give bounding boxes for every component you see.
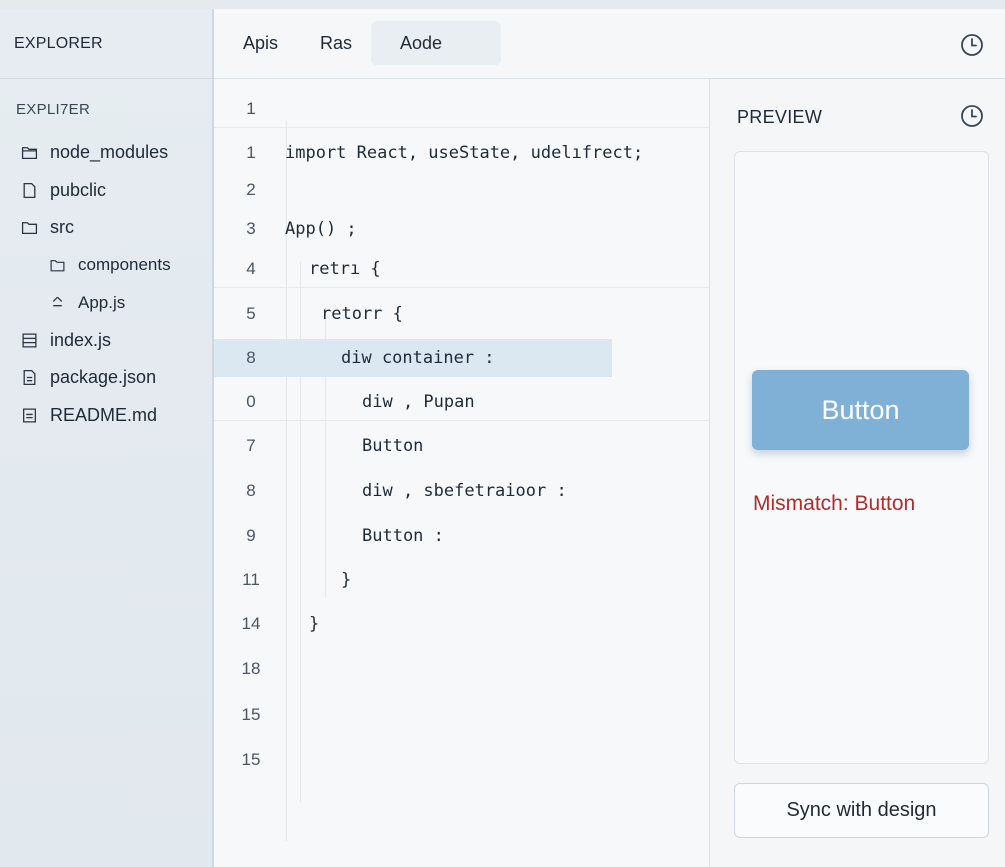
file-lines-icon: [18, 330, 40, 350]
line-number: 1: [246, 143, 256, 162]
code-line[interactable]: 15: [214, 741, 709, 779]
tree-item-public[interactable]: pubclic: [0, 172, 212, 210]
tree-item-label: App.js: [78, 292, 126, 312]
tree-item-components[interactable]: components: [0, 247, 212, 285]
tree-item-node-modules[interactable]: node_modules: [0, 134, 212, 172]
folder-icon: [18, 218, 40, 238]
file-tree: node_modules pubclic src components App.…: [0, 134, 212, 434]
code-line[interactable]: 14 }: [214, 605, 709, 643]
code-text: diw container :: [341, 348, 495, 368]
code-editor[interactable]: 1 1 import React, useState, udelıfrect; …: [214, 79, 709, 867]
code-text: retorr {: [321, 304, 403, 324]
line-number: 9: [246, 526, 256, 545]
tree-item-label: package.json: [50, 367, 157, 388]
explorer-sidebar: EXPLORER EXPLI7ER node_modules pubclic s…: [0, 9, 214, 867]
folder-outline-icon: [46, 255, 68, 275]
history-icon[interactable]: [959, 32, 985, 58]
preview-title: PREVIEW: [737, 107, 823, 127]
tree-item-package-json[interactable]: package.json: [0, 359, 212, 397]
line-number: 14: [241, 614, 261, 633]
tab-apis[interactable]: Apis: [229, 21, 292, 65]
code-text: retrı {: [309, 258, 381, 279]
file-lines-icon: [18, 368, 40, 388]
line-number: 5: [246, 304, 256, 323]
tree-item-src[interactable]: src: [0, 209, 212, 247]
editor-tab-bar: Apis Ras Aode: [214, 9, 1005, 79]
tree-item-label: node_modules: [50, 142, 169, 163]
sidebar-header: EXPLORER: [0, 9, 212, 79]
tab-aode[interactable]: Aode: [371, 21, 501, 65]
mismatch-warning: Mismatch: Button: [753, 492, 916, 515]
sync-with-design-button[interactable]: Sync with design: [734, 783, 989, 838]
line-number: 2: [246, 180, 256, 199]
line-number: 18: [241, 659, 261, 678]
tree-item-app-js[interactable]: App.js: [0, 284, 212, 322]
line-number: 7: [246, 436, 256, 455]
tree-item-label: pubclic: [50, 179, 107, 200]
file-doc-icon: [18, 405, 40, 425]
line-number: 0: [246, 391, 256, 411]
tree-item-readme[interactable]: README.md: [0, 397, 212, 435]
tree-item-label: README.md: [50, 404, 158, 425]
history-icon[interactable]: [959, 103, 985, 129]
line-number: 15: [241, 750, 261, 769]
line-number: 11: [242, 570, 260, 589]
code-line[interactable]: 5 retorr {: [214, 295, 709, 333]
window-top-strip: [0, 0, 1005, 9]
react-file-icon: [46, 293, 68, 313]
code-line[interactable]: 11 }: [214, 561, 709, 599]
sidebar-subheader: EXPLI7ER: [16, 101, 91, 118]
code-text: }: [341, 570, 352, 590]
code-line[interactable]: 15: [214, 696, 709, 734]
code-line[interactable]: 9 Button :: [214, 517, 709, 555]
code-text: Button: [362, 436, 424, 456]
code-line[interactable]: 18: [214, 650, 709, 688]
code-text: }: [309, 614, 320, 634]
line-number: 4: [246, 258, 256, 278]
code-line-highlighted[interactable]: 8 diw container :: [214, 339, 612, 377]
code-line[interactable]: 1 import React, useState, udelıfrect;: [214, 134, 709, 172]
preview-frame: Button Mismatch: Button: [734, 151, 989, 764]
line-number: 1: [246, 98, 256, 118]
line-number: 8: [246, 481, 256, 500]
line-number: 8: [246, 348, 256, 367]
code-text: import React, useState, udelıfrect;: [285, 143, 644, 163]
code-text: App() ;: [285, 219, 357, 239]
code-line[interactable]: 8 diw , sbefetraioor :: [214, 472, 709, 510]
code-line[interactable]: 1: [214, 90, 709, 128]
code-line[interactable]: 4 retrı {: [214, 250, 709, 288]
line-number: 15: [241, 705, 261, 724]
code-line[interactable]: 0 diw , Pupan: [214, 383, 709, 421]
tree-item-label: index.js: [50, 329, 112, 350]
code-line[interactable]: 7 Button: [214, 427, 709, 465]
tree-item-index-js[interactable]: index.js: [0, 322, 212, 360]
code-line[interactable]: 3 App() ;: [214, 210, 709, 248]
tree-item-label: src: [50, 217, 74, 238]
code-line[interactable]: 2: [214, 171, 709, 209]
preview-button[interactable]: Button: [752, 370, 969, 450]
file-icon: [18, 180, 40, 200]
code-text: diw , Pupan: [362, 391, 475, 412]
code-text: diw , sbefetraioor :: [362, 481, 567, 501]
tree-item-label: components: [78, 255, 171, 275]
code-text: Button :: [362, 526, 444, 546]
preview-panel: PREVIEW Button Mismatch: Button Sync wit…: [709, 79, 1005, 867]
line-number: 3: [246, 219, 256, 238]
tab-ras[interactable]: Ras: [306, 21, 366, 65]
folder-icon: [18, 143, 40, 163]
